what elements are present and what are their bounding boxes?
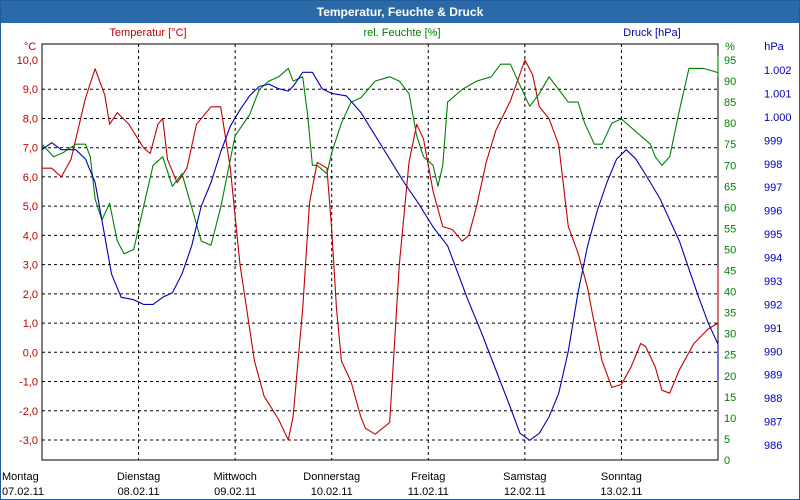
x-axis-day-label: Dienstag bbox=[117, 471, 160, 483]
x-axis-date-label: 12.02.11 bbox=[504, 486, 546, 498]
temperature-tick-label: 0,0 bbox=[23, 347, 38, 359]
x-axis-day-label: Donnerstag bbox=[303, 471, 360, 483]
x-axis-day-label: Sonntag bbox=[601, 471, 642, 483]
pressure-tick-label: 1.002 bbox=[764, 65, 792, 77]
pressure-tick-label: 992 bbox=[764, 299, 782, 311]
temperature-unit: °C bbox=[24, 41, 36, 53]
x-axis-day-label: Samstag bbox=[503, 471, 546, 483]
temperature-axis-label: Temperatur [°C] bbox=[109, 27, 186, 39]
x-axis-date-label: 08.02.11 bbox=[118, 486, 160, 498]
humidity-tick-label: 25 bbox=[724, 350, 736, 362]
humidity-tick-label: 90 bbox=[724, 76, 736, 88]
x-axis-labels: Montag 07.02.11 Dienstag 08.02.11 Mittwoch 09… bbox=[2, 471, 642, 498]
temperature-tick-label: 9,0 bbox=[23, 84, 38, 96]
x-axis-day-label: Montag bbox=[2, 471, 39, 483]
humidity-tick-label: 70 bbox=[724, 160, 736, 172]
pressure-tick-label: 998 bbox=[764, 159, 782, 171]
temperature-tick-label: 2,0 bbox=[23, 289, 38, 301]
pressure-tick-label: 986 bbox=[764, 440, 782, 452]
temperature-tick-label: -2,0 bbox=[19, 406, 38, 418]
humidity-tick-label: 75 bbox=[724, 139, 736, 151]
pressure-tick-label: 990 bbox=[764, 346, 782, 358]
x-axis-date-label: 10.02.11 bbox=[311, 486, 353, 498]
temperature-tick-label: 1,0 bbox=[23, 318, 38, 330]
series bbox=[41, 55, 719, 441]
temperature-tick-label: -3,0 bbox=[19, 435, 38, 447]
humidity-tick-label: 0 bbox=[724, 455, 730, 467]
axis-ticks: 10,0 9,0 8,0 7,0 6,0 5,0 4,0 3,0 2,0 1,0 0,0 -1,0 -2… bbox=[17, 55, 792, 467]
plot-border bbox=[41, 43, 719, 461]
temperature-tick-label: 5,0 bbox=[23, 201, 38, 213]
temperature-tick-label: 7,0 bbox=[23, 143, 38, 155]
pressure-line bbox=[41, 71, 719, 441]
pressure-tick-label: 987 bbox=[764, 417, 782, 429]
humidity-tick-label: 10 bbox=[724, 413, 736, 425]
humidity-line bbox=[41, 55, 719, 255]
weather-chart: Temperatur [°C] rel. Feuchte [%] Druck [… bbox=[2, 27, 792, 498]
pressure-tick-label: 997 bbox=[764, 182, 782, 194]
temperature-tick-label: 6,0 bbox=[23, 172, 38, 184]
temperature-tick-label: -1,0 bbox=[19, 377, 38, 389]
x-axis-date-label: 09.02.11 bbox=[214, 486, 256, 498]
humidity-axis-label: rel. Feuchte [%] bbox=[363, 27, 440, 39]
humidity-tick-label: 85 bbox=[724, 97, 736, 109]
humidity-tick-label: 40 bbox=[724, 287, 736, 299]
pressure-axis-label: Druck [hPa] bbox=[623, 27, 680, 39]
humidity-tick-label: 80 bbox=[724, 118, 736, 130]
humidity-tick-label: 15 bbox=[724, 392, 736, 404]
humidity-unit: % bbox=[725, 41, 735, 53]
pressure-tick-label: 993 bbox=[764, 276, 782, 288]
x-axis-day-label: Freitag bbox=[411, 471, 445, 483]
pressure-tick-label: 999 bbox=[764, 135, 782, 147]
temperature-tick-label: 8,0 bbox=[23, 113, 38, 125]
grid bbox=[42, 44, 718, 460]
pressure-tick-label: 1.000 bbox=[764, 112, 792, 124]
humidity-tick-label: 30 bbox=[724, 329, 736, 341]
humidity-tick-label: 35 bbox=[724, 308, 736, 320]
temperature-tick-label: 4,0 bbox=[23, 230, 38, 242]
temperature-line bbox=[42, 59, 719, 441]
pressure-tick-label: 996 bbox=[764, 206, 782, 218]
humidity-tick-label: 50 bbox=[724, 244, 736, 256]
pressure-unit: hPa bbox=[764, 41, 784, 53]
humidity-tick-label: 95 bbox=[724, 55, 736, 67]
pressure-tick-label: 1.001 bbox=[764, 88, 792, 100]
humidity-tick-label: 5 bbox=[724, 434, 730, 446]
x-axis-date-label: 11.02.11 bbox=[408, 486, 449, 498]
humidity-tick-label: 45 bbox=[724, 266, 736, 278]
pressure-tick-label: 989 bbox=[764, 370, 782, 382]
humidity-tick-label: 55 bbox=[724, 223, 736, 235]
temperature-tick-label: 3,0 bbox=[23, 260, 38, 272]
temperature-tick-label: 10,0 bbox=[17, 55, 38, 67]
humidity-tick-label: 65 bbox=[724, 181, 736, 193]
pressure-tick-label: 994 bbox=[764, 253, 782, 265]
x-axis-date-label: 13.02.11 bbox=[600, 486, 642, 498]
x-axis-date-label: 07.02.11 bbox=[2, 486, 44, 498]
pressure-tick-label: 995 bbox=[764, 229, 782, 241]
pressure-tick-label: 991 bbox=[764, 323, 782, 335]
pressure-tick-label: 988 bbox=[764, 393, 782, 405]
x-axis-day-label: Mittwoch bbox=[213, 471, 256, 483]
humidity-tick-label: 20 bbox=[724, 371, 736, 383]
humidity-tick-label: 60 bbox=[724, 202, 736, 214]
